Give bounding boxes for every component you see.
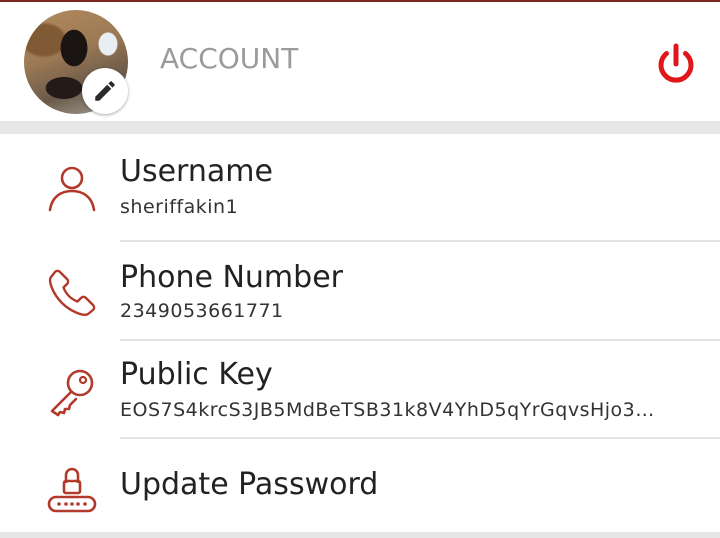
- update-password-label: Update Password: [120, 467, 379, 502]
- account-header: ACCOUNT: [0, 2, 720, 121]
- pencil-icon: [95, 81, 115, 101]
- lock-keyboard-icon: [47, 467, 97, 513]
- bottom-separator: [0, 532, 720, 538]
- phone-icon: [48, 269, 96, 316]
- section-separator: [0, 121, 720, 134]
- username-row[interactable]: Username sheriffakin1: [0, 134, 720, 232]
- logout-button[interactable]: [650, 38, 702, 90]
- username-label: Username: [120, 154, 273, 189]
- user-icon: [48, 166, 96, 212]
- phone-number-label: Phone Number: [120, 260, 343, 295]
- username-value: sheriffakin1: [120, 196, 239, 218]
- page-title: ACCOUNT: [160, 42, 299, 75]
- public-key-value: EOS7S4krcS3JB5MdBeTSB31k8V4YhD5qYrGqvsHj…: [120, 399, 655, 421]
- phone-number-value: 2349053661771: [120, 300, 284, 322]
- edit-avatar-button[interactable]: [82, 68, 128, 114]
- public-key-row[interactable]: Public Key EOS7S4krcS3JB5MdBeTSB31k8V4Yh…: [0, 341, 720, 439]
- key-icon: [50, 369, 94, 417]
- power-icon: [658, 43, 694, 83]
- public-key-label: Public Key: [120, 357, 273, 392]
- phone-number-row[interactable]: Phone Number 2349053661771: [0, 242, 720, 340]
- update-password-row[interactable]: Update Password: [0, 439, 720, 537]
